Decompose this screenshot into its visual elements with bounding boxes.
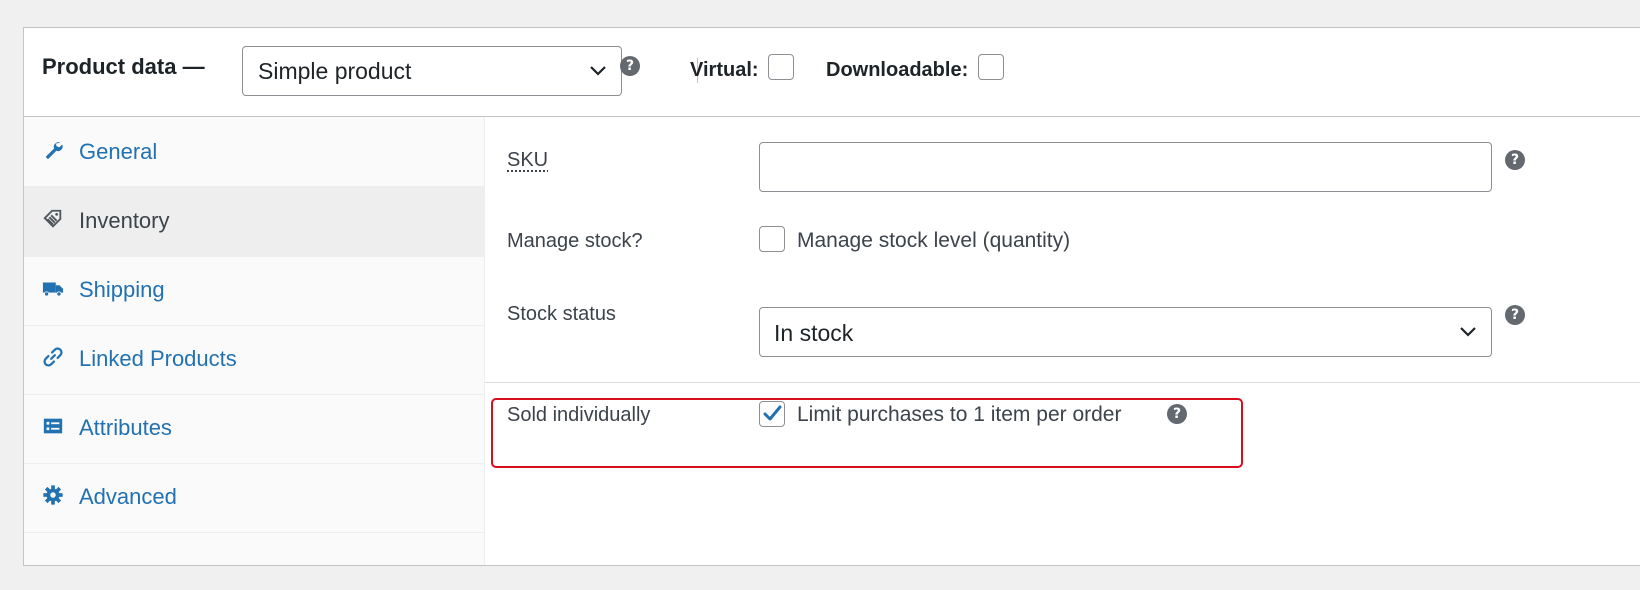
virtual-checkbox[interactable] [768,54,794,80]
sold-individually-checkbox-label: Limit purchases to 1 item per order [797,403,1122,426]
tab-label: Shipping [79,277,165,302]
product-data-tabs: General Inventory Shipping Linked Produc… [24,117,485,565]
manage-stock-label: Manage stock? [507,230,643,252]
tab-label: Attributes [79,415,172,440]
sold-individually-label: Sold individually [507,404,651,426]
product-data-header: Product data — Simple product ? Virtual:… [24,28,1640,117]
manage-stock-checkbox[interactable] [759,226,785,252]
list-icon [43,418,63,434]
virtual-label: Virtual: [690,59,759,81]
tag-icon [43,209,62,228]
inventory-panel: SKU ? Manage stock? Manage stock level (… [485,117,1640,565]
section-divider [485,382,1640,383]
downloadable-label: Downloadable: [826,59,969,81]
product-type-value: Simple product [258,57,412,84]
checkmark-icon [763,405,782,421]
sku-input[interactable] [759,142,1492,192]
chevron-down-icon [1460,327,1476,337]
product-data-panel: Product data — Simple product ? Virtual:… [23,27,1640,566]
stock-status-label: Stock status [507,303,616,325]
tab-inventory[interactable]: Inventory [24,186,484,257]
gear-icon [43,485,63,505]
truck-icon [42,282,64,297]
downloadable-checkbox[interactable] [978,54,1004,80]
tab-advanced[interactable]: Advanced [24,462,484,533]
help-icon[interactable]: ? [620,56,640,76]
sold-individually-help-icon[interactable]: ? [1167,404,1187,424]
sku-label: SKU [507,149,549,171]
tab-general[interactable]: General [24,117,484,188]
chevron-down-icon [590,66,606,76]
wrench-icon [45,142,63,160]
stock-status-select[interactable]: In stock [759,307,1492,357]
manage-stock-checkbox-label: Manage stock level (quantity) [797,229,1071,252]
sku-help-icon[interactable]: ? [1505,150,1525,170]
product-type-select[interactable]: Simple product [242,46,622,96]
stock-status-help-icon[interactable]: ? [1505,305,1525,325]
stock-status-value: In stock [774,320,854,346]
tab-attributes[interactable]: Attributes [24,393,484,464]
tab-label: Advanced [79,484,177,509]
tab-label: Linked Products [79,346,237,371]
tab-shipping[interactable]: Shipping [24,255,484,326]
tab-label: Inventory [79,208,170,233]
sold-individually-checkbox[interactable] [759,401,785,427]
tab-linked-products[interactable]: Linked Products [24,324,484,395]
panel-title: Product data — [42,54,205,79]
link-icon [43,347,63,367]
tab-label: General [79,139,158,164]
